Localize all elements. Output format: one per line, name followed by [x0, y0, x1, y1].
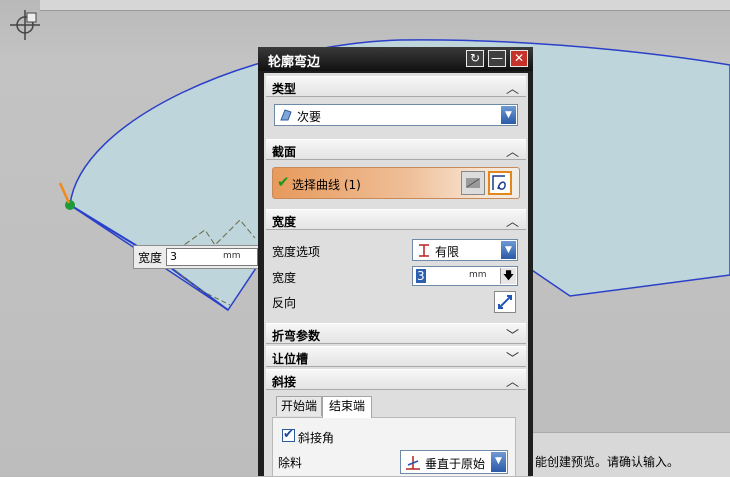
- miter-angle-label: 斜接角: [298, 431, 335, 445]
- section-title-bend-params: 折弯参数: [272, 329, 321, 343]
- chevron-up-icon[interactable]: ︿: [506, 371, 519, 390]
- floating-width-field[interactable]: 3 mm: [166, 248, 258, 266]
- width-input[interactable]: 3 mm 🡇: [412, 266, 518, 286]
- status-bar: 能创建预览。请确认输入。: [531, 432, 730, 477]
- finite-width-icon: [419, 244, 429, 257]
- floating-width-label: 宽度: [138, 251, 163, 265]
- dialog-title: 轮廓弯边: [268, 55, 321, 70]
- remove-material-value: 垂直于原始: [425, 457, 486, 471]
- width-label: 宽度: [272, 271, 297, 285]
- reverse-direction-button[interactable]: [494, 291, 516, 313]
- dialog-titlebar[interactable]: 轮廓弯边 ↻ — ✕: [258, 47, 533, 71]
- chevron-up-icon[interactable]: ︿: [506, 211, 519, 230]
- section-title-relief: 让位槽: [272, 352, 309, 366]
- curve-rule-button[interactable]: [461, 171, 485, 195]
- tab-end-end[interactable]: 结束端: [322, 396, 372, 418]
- reset-button[interactable]: ↻: [466, 50, 484, 67]
- width-option-value: 有限: [435, 245, 460, 259]
- check-icon: ✔: [283, 427, 294, 442]
- chevron-down-icon[interactable]: ▼: [501, 241, 516, 259]
- section-title-section: 截面: [272, 145, 297, 159]
- remove-material-select[interactable]: 垂直于原始 ▼: [400, 450, 508, 474]
- chevron-down-icon[interactable]: ▼: [491, 452, 506, 472]
- contour-flange-dialog: 轮廓弯边 ↻ — ✕ 类型 ︿ 次要 ▼ 截面 ︿ ✔ 选择曲线 (1) 宽度 …: [258, 47, 533, 476]
- width-option-label: 宽度选项: [272, 245, 321, 259]
- sketch-section-icon: [492, 175, 506, 190]
- floating-width-value[interactable]: 3: [170, 250, 177, 263]
- chevron-down-icon[interactable]: ▼: [501, 106, 516, 124]
- type-select[interactable]: 次要 ▼: [274, 104, 518, 126]
- section-header-bend-params[interactable]: 折弯参数 ﹀: [266, 323, 526, 344]
- section-header-section[interactable]: 截面 ︿: [266, 139, 526, 160]
- close-button[interactable]: ✕: [510, 50, 528, 67]
- section-header-type[interactable]: 类型 ︿: [266, 76, 526, 97]
- floating-width-input[interactable]: 宽度 3 mm: [133, 245, 265, 269]
- section-title-width: 宽度: [272, 215, 297, 229]
- curve-rule-icon: [466, 178, 480, 188]
- section-title-miter: 斜接: [272, 375, 297, 389]
- remove-material-label: 除料: [278, 456, 303, 470]
- tab-start-end[interactable]: 开始端: [276, 396, 322, 416]
- chevron-up-icon[interactable]: ︿: [506, 78, 519, 97]
- width-option-select[interactable]: 有限 ▼: [412, 239, 518, 261]
- perpendicular-icon: [406, 456, 420, 470]
- minimize-button[interactable]: —: [488, 50, 506, 67]
- status-text: 能创建预览。请确认输入。: [535, 455, 680, 469]
- arrow-down-icon[interactable]: 🡇: [500, 268, 516, 284]
- width-input-unit: mm: [469, 270, 487, 280]
- sketch-section-button[interactable]: [488, 171, 512, 195]
- select-curve-row[interactable]: ✔ 选择曲线 (1): [272, 167, 520, 199]
- flange-type-icon: [280, 109, 292, 121]
- section-header-relief[interactable]: 让位槽 ﹀: [266, 346, 526, 367]
- width-input-value[interactable]: 3: [416, 269, 426, 283]
- select-curve-label: 选择曲线 (1): [292, 178, 361, 192]
- chevron-down-icon[interactable]: ﹀: [506, 325, 519, 344]
- miter-angle-checkbox[interactable]: ✔: [282, 427, 295, 442]
- section-title-type: 类型: [272, 82, 297, 96]
- reverse-direction-icon: [498, 295, 512, 309]
- type-select-value: 次要: [297, 110, 322, 124]
- dialog-body: 类型 ︿ 次要 ▼ 截面 ︿ ✔ 选择曲线 (1) 宽度 ︿ 宽度选项 有限 ▼…: [264, 73, 528, 476]
- section-header-miter[interactable]: 斜接 ︿: [266, 369, 526, 390]
- chevron-down-icon[interactable]: ﹀: [506, 348, 519, 367]
- section-header-width[interactable]: 宽度 ︿: [266, 209, 526, 230]
- chevron-up-icon[interactable]: ︿: [506, 141, 519, 160]
- floating-width-unit: mm: [223, 251, 241, 261]
- check-icon: ✔: [277, 173, 290, 191]
- reverse-label: 反向: [272, 296, 297, 310]
